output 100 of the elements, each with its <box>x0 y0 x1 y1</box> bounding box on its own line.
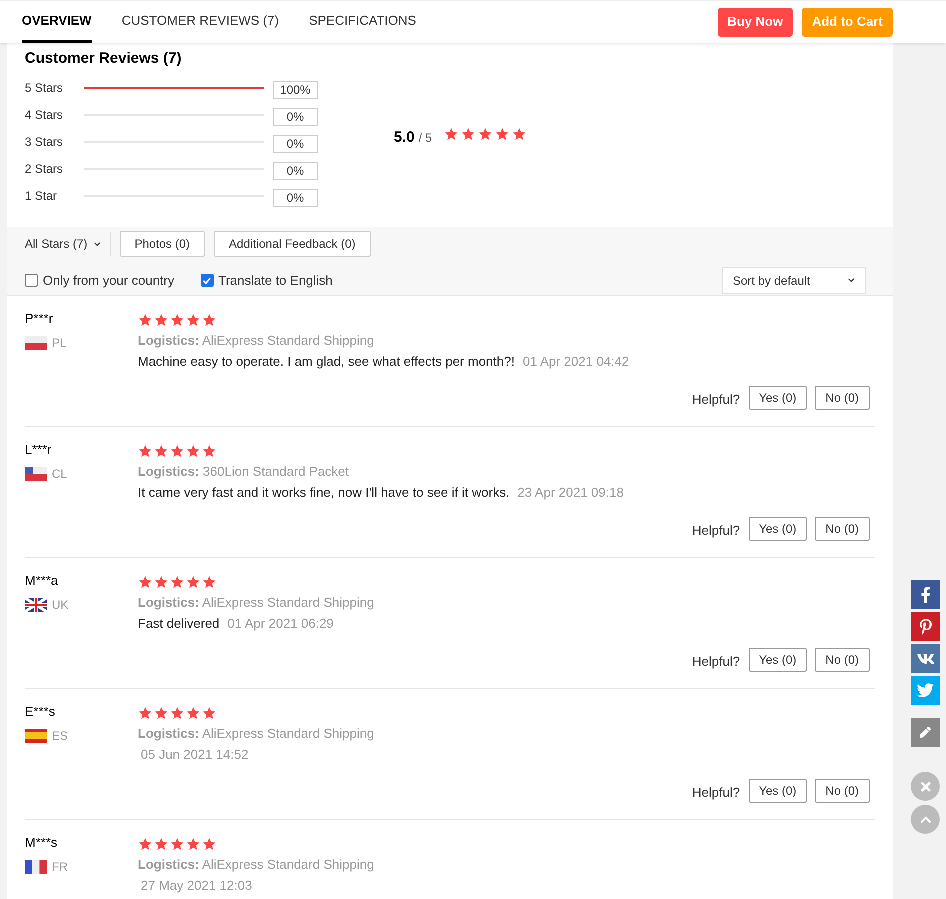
checkbox-label: Only from your country <box>43 272 174 290</box>
review-date: 27 May 2021 12:03 <box>140 877 252 895</box>
rating-percent: 100% <box>273 80 318 98</box>
rating-label: 5 Stars <box>25 80 64 97</box>
rating-label: 4 Stars <box>25 107 64 124</box>
rating-percent: 0% <box>273 188 318 206</box>
rating-percent: 0% <box>273 134 318 152</box>
section-title: Customer Reviews (7) <box>25 49 183 69</box>
flag-icon <box>25 860 47 874</box>
rating-scale: / 5 <box>418 130 432 147</box>
country-code: CL <box>52 466 68 483</box>
logistics-label: Logistics: <box>138 595 200 610</box>
pinterest-button[interactable] <box>911 612 940 641</box>
logistics-label: Logistics: <box>138 726 200 741</box>
no-button[interactable]: No (0) <box>814 648 870 672</box>
reviewer-name: P***r <box>25 310 54 328</box>
rating-label: 2 Stars <box>25 161 64 178</box>
star-icon <box>154 574 169 590</box>
review-date: 01 Apr 2021 04:42 <box>522 353 630 371</box>
logistics-method: AliExpress Standard Shipping <box>202 726 374 741</box>
tab[interactable]: CUSTOMER REVIEWS (7) <box>122 1 280 43</box>
rating-percent: 0% <box>273 162 318 180</box>
tab[interactable]: SPECIFICATIONS <box>309 1 416 43</box>
logistics-method: 360Lion Standard Packet <box>203 464 350 479</box>
facebook-button[interactable] <box>911 580 940 609</box>
review-date: 05 Jun 2021 14:52 <box>140 746 249 764</box>
star-icon <box>478 127 494 142</box>
country-code: UK <box>52 597 69 614</box>
star-icon <box>186 836 201 852</box>
edit-button[interactable] <box>911 718 940 747</box>
helpful-label: Helpful? <box>692 784 742 802</box>
checkbox[interactable] <box>200 274 214 287</box>
no-button[interactable]: No (0) <box>814 386 870 410</box>
helpful-label: Helpful? <box>692 652 742 671</box>
reviewer-name: E***s <box>25 703 56 721</box>
country-code: PL <box>52 335 67 352</box>
rating-label: 1 Star <box>25 188 58 205</box>
pencil-icon <box>920 727 931 738</box>
star-icon <box>138 706 153 720</box>
flag-icon <box>25 598 47 612</box>
star-icon <box>170 444 185 458</box>
sort-dropdown[interactable]: Sort by default <box>722 267 866 294</box>
star-icon <box>495 127 510 142</box>
reviewer-name: L***r <box>25 441 53 459</box>
reviewer-name: M***s <box>25 834 59 852</box>
feedback-filter-button[interactable]: Additional Feedback (0) <box>214 231 371 257</box>
checkbox[interactable] <box>25 274 38 287</box>
star-icon <box>138 574 153 590</box>
yes-button[interactable]: Yes (0) <box>749 517 807 541</box>
vk-button[interactable] <box>911 644 940 673</box>
star-icon <box>202 574 217 590</box>
rating-percent: 0% <box>273 108 318 126</box>
logistics-label: Logistics: <box>138 333 200 348</box>
twitter-button[interactable] <box>911 676 940 705</box>
star-icon <box>186 444 201 458</box>
rating-label: 3 Stars <box>25 134 64 151</box>
review-text: It came very fast and it works fine, now I'll have to see if it works. <box>138 484 510 502</box>
star-icon <box>170 312 185 328</box>
chevron-down-icon <box>848 277 855 284</box>
yes-button[interactable]: Yes (0) <box>749 779 807 803</box>
pinterest-icon <box>918 618 934 634</box>
country-code: FR <box>52 859 68 876</box>
star-icon <box>154 706 169 720</box>
star-icon <box>202 836 217 852</box>
flag-icon <box>25 467 47 481</box>
review-date: 01 Apr 2021 06:29 <box>228 615 334 633</box>
logistics-method: AliExpress Standard Shipping <box>202 595 374 610</box>
helpful-label: Helpful? <box>692 522 742 540</box>
star-icon <box>186 706 201 720</box>
chevron-down-icon <box>94 240 101 248</box>
star-icon <box>186 574 201 590</box>
logistics-label: Logistics: <box>138 857 200 872</box>
star-icon <box>154 836 169 852</box>
no-button[interactable]: No (0) <box>814 779 870 803</box>
star-icon <box>138 836 153 852</box>
flag-icon <box>25 336 47 350</box>
logistics-method: AliExpress Standard Shipping <box>202 333 374 348</box>
checkbox-label: Translate to English <box>218 272 333 290</box>
photos-filter-button[interactable]: Photos (0) <box>120 231 206 257</box>
logistics-label: Logistics: <box>138 464 200 479</box>
star-icon <box>202 312 217 328</box>
star-icon <box>170 836 185 852</box>
star-icon <box>170 706 185 720</box>
star-icon <box>186 312 201 328</box>
logistics-method: AliExpress Standard Shipping <box>202 857 374 872</box>
close-icon <box>918 780 932 794</box>
star-filter-dropdown[interactable]: All Stars (7) <box>25 232 111 256</box>
country-code: ES <box>52 728 68 745</box>
review-date: 23 Apr 2021 09:18 <box>518 484 624 502</box>
yes-button[interactable]: Yes (0) <box>749 648 807 672</box>
average-rating: 5.0 <box>394 128 415 148</box>
star-icon <box>170 574 185 590</box>
star-icon <box>154 444 169 458</box>
no-button[interactable]: No (0) <box>814 517 870 541</box>
twitter-icon <box>917 682 934 699</box>
helpful-label: Helpful? <box>692 390 742 409</box>
star-icon <box>202 706 217 720</box>
star-icon <box>202 444 217 458</box>
review-text: Fast delivered <box>138 615 220 633</box>
yes-button[interactable]: Yes (0) <box>749 386 807 410</box>
